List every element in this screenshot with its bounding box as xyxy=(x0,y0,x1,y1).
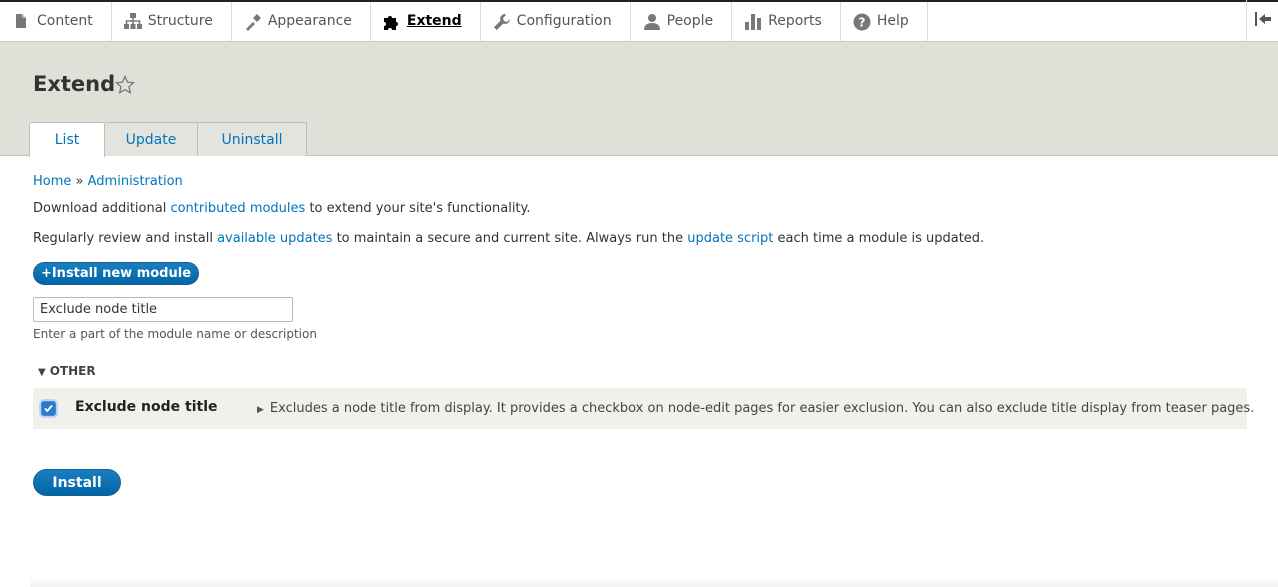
filter-description: Enter a part of the module name or descr… xyxy=(33,327,317,341)
collapse-toolbar-button[interactable] xyxy=(1246,0,1278,41)
breadcrumb-administration[interactable]: Administration xyxy=(88,174,183,189)
intro-download-text: Download additional contributed modules … xyxy=(33,201,531,216)
toolbar-label-structure: Structure xyxy=(147,12,213,29)
toolbar-item-help[interactable]: ? Help xyxy=(841,0,928,41)
svg-text:?: ? xyxy=(858,15,865,29)
package-group-label: OTHER xyxy=(49,364,96,378)
toolbar-label-configuration: Configuration xyxy=(516,12,612,29)
sitemap-icon xyxy=(123,12,142,29)
tab-update[interactable]: Update xyxy=(105,122,198,156)
toolbar-item-content[interactable]: Content xyxy=(0,0,112,41)
toolbar-item-reports[interactable]: Reports xyxy=(732,0,841,41)
toolbar-item-configuration[interactable]: Configuration xyxy=(481,0,631,41)
checkmark-icon xyxy=(44,404,53,413)
toolbar-label-content: Content xyxy=(37,12,93,29)
toolbar-item-structure[interactable]: Structure xyxy=(112,0,232,41)
module-enable-checkbox[interactable] xyxy=(41,401,56,416)
toolbar-item-people[interactable]: People xyxy=(631,0,733,41)
module-row: Exclude node title ▶ Excludes a node titl… xyxy=(33,388,1254,429)
install-new-module-button[interactable]: +Install new module xyxy=(33,262,199,285)
module-filter-input[interactable] xyxy=(33,297,293,322)
intro-text-part: to extend your site's functionality. xyxy=(305,201,531,216)
page-title: Extend xyxy=(33,72,116,96)
intro-text-part: to maintain a secure and current site. A… xyxy=(332,231,688,246)
breadcrumb-home[interactable]: Home xyxy=(33,174,71,189)
available-updates-link[interactable]: available updates xyxy=(217,231,332,246)
intro-text-part: Regularly review and install xyxy=(33,231,218,246)
breadcrumb: Home » Administration xyxy=(33,174,183,189)
caret-right-icon: ▶ xyxy=(257,405,264,415)
toolbar-label-people: People xyxy=(666,12,714,29)
toolbar-label-reports: Reports xyxy=(768,12,822,29)
module-description-toggle[interactable]: ▶ Excludes a node title from display. It … xyxy=(257,401,1254,416)
admin-toolbar: Content Structure Appearance Extend Conf… xyxy=(0,0,1278,42)
collapse-toolbar-icon xyxy=(1254,11,1272,30)
breadcrumb-separator: » xyxy=(75,174,84,189)
contributed-modules-link[interactable]: contributed modules xyxy=(170,201,305,216)
puzzle-icon xyxy=(383,13,399,30)
toolbar-item-appearance[interactable]: Appearance xyxy=(232,0,371,41)
install-button[interactable]: Install xyxy=(33,469,121,496)
toolbar-label-appearance: Appearance xyxy=(267,12,352,29)
page-header: Extend List Update Uninstall xyxy=(0,42,1278,157)
person-icon xyxy=(643,13,660,30)
page-bottom-edge xyxy=(30,578,1278,587)
tab-uninstall[interactable]: Uninstall xyxy=(198,122,307,156)
module-description: Excludes a node title from display. It p… xyxy=(269,401,1255,416)
tab-list[interactable]: List xyxy=(29,122,105,157)
paintbrush-icon xyxy=(244,13,261,31)
question-icon: ? xyxy=(853,13,871,30)
bar-chart-icon xyxy=(744,13,762,30)
shortcut-star-icon[interactable] xyxy=(114,74,136,95)
update-script-link[interactable]: update script xyxy=(687,231,773,246)
page-icon xyxy=(13,13,29,29)
intro-text-part: each time a module is updated. xyxy=(773,231,985,246)
toolbar-label-help: Help xyxy=(876,12,909,29)
intro-text-part: Download additional xyxy=(33,201,171,216)
caret-down-icon: ▼ xyxy=(38,367,46,378)
wrench-icon xyxy=(493,13,510,30)
toolbar-label-extend: Extend xyxy=(406,12,462,29)
package-group-toggle[interactable]: ▼ OTHER xyxy=(38,364,96,378)
primary-tabs: List Update Uninstall xyxy=(29,122,307,157)
toolbar-item-extend[interactable]: Extend xyxy=(371,0,481,41)
module-name: Exclude node title xyxy=(75,399,218,415)
intro-updates-text: Regularly review and install available u… xyxy=(33,231,984,246)
